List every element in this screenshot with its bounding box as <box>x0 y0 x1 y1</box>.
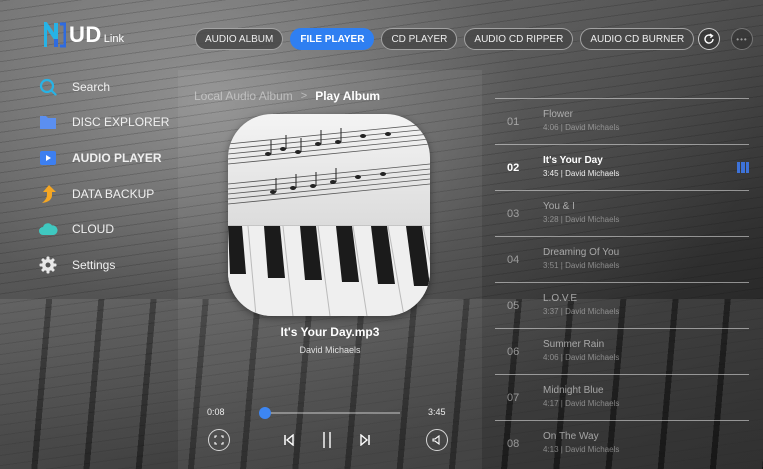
track-meta: 3:51 | David Michaels <box>543 261 620 270</box>
sidebar-item-cloud[interactable]: CLOUD <box>38 218 114 240</box>
tab-audio-cd-burner[interactable]: AUDIO CD BURNER <box>580 28 695 50</box>
sidebar-item-settings[interactable]: Settings <box>38 254 115 276</box>
tab-cd-player[interactable]: CD PLAYER <box>381 28 458 50</box>
track-meta: 4:06 | David Michaels <box>543 353 620 362</box>
previous-track-button[interactable] <box>278 429 300 451</box>
playlist-row[interactable]: 04 Dreaming Of You 3:51 | David Michaels <box>495 236 749 282</box>
playlist-row[interactable]: 03 You & I 3:28 | David Michaels <box>495 190 749 236</box>
track-title: It's Your Day <box>543 155 603 166</box>
album-art <box>228 114 430 316</box>
mode-tabs: AUDIO ALBUM FILE PLAYER CD PLAYER AUDIO … <box>195 28 695 50</box>
elapsed-time: 0:08 <box>207 407 225 417</box>
breadcrumb: Local Audio Album > Play Album <box>194 89 380 103</box>
total-duration: 3:45 <box>428 407 446 417</box>
sidebar-item-data-backup[interactable]: DATA BACKUP <box>38 183 154 205</box>
sidebar-item-label: AUDIO PLAYER <box>72 151 162 165</box>
progress-handle[interactable] <box>258 407 271 419</box>
playlist-row[interactable]: 08 On The Way 4:13 | David Michaels <box>495 420 749 466</box>
sidebar-item-label: Settings <box>72 258 116 272</box>
track-meta: 3:37 | David Michaels <box>543 307 620 316</box>
track-number: 03 <box>507 208 520 220</box>
breadcrumb-current: Play Album <box>315 89 381 103</box>
track-meta: 3:45 | David Michaels <box>543 169 620 178</box>
next-track-button[interactable] <box>354 429 376 451</box>
track-title: Dreaming Of You <box>543 247 620 258</box>
track-number: 07 <box>507 392 520 404</box>
gear-icon <box>38 255 58 275</box>
track-meta: 4:06 | David Michaels <box>543 123 620 132</box>
track-meta: 4:13 | David Michaels <box>543 445 620 454</box>
sidebar-item-audio-player[interactable]: AUDIO PLAYER <box>38 147 162 169</box>
logo-text: UD <box>69 22 102 47</box>
track-meta: 4:17 | David Michaels <box>543 399 620 408</box>
tab-audio-album[interactable]: AUDIO ALBUM <box>195 28 284 50</box>
pause-icon <box>323 432 331 448</box>
track-title: Flower <box>543 109 574 120</box>
track-number: 05 <box>507 300 520 312</box>
sidebar-item-search[interactable]: Search <box>38 76 110 98</box>
sidebar-item-label: Search <box>72 80 111 94</box>
track-number: 06 <box>507 346 520 358</box>
track-title: Midnight Blue <box>543 385 604 396</box>
logo-subtext: Link <box>103 33 124 45</box>
playlist-row[interactable]: 07 Midnight Blue 4:17 | David Michaels <box>495 374 749 420</box>
volume-button[interactable] <box>426 429 448 451</box>
track-number: 01 <box>507 116 520 128</box>
track-meta: 3:28 | David Michaels <box>543 215 620 224</box>
now-playing-equalizer-icon <box>737 162 749 173</box>
play-icon <box>38 148 58 168</box>
volume-icon <box>432 435 440 445</box>
refresh-button[interactable] <box>698 28 720 50</box>
logo-mark-icon <box>44 22 66 48</box>
sidebar-item-label: DATA BACKUP <box>72 187 155 201</box>
tab-audio-cd-ripper[interactable]: AUDIO CD RIPPER <box>464 28 574 50</box>
player-panel: Local Audio Album > Play Album It's Your… <box>178 70 482 469</box>
app-window: UD Link AUDIO ALBUM FILE PLAYER CD PLAYE… <box>0 0 763 469</box>
track-title: You & I <box>543 201 575 212</box>
playlist-row[interactable]: 06 Summer Rain 4:06 | David Michaels <box>495 328 749 374</box>
breadcrumb-separator: > <box>300 90 308 102</box>
playlist: 01 Flower 4:06 | David Michaels 02 It's … <box>495 98 749 466</box>
track-number: 08 <box>507 438 520 450</box>
piano-keys-image <box>228 226 430 316</box>
top-bar: UD Link AUDIO ALBUM FILE PLAYER CD PLAYE… <box>0 0 763 70</box>
track-title: L.O.V.E <box>543 293 578 304</box>
fullscreen-button[interactable] <box>208 429 230 451</box>
sidebar-item-label: CLOUD <box>72 222 115 236</box>
pause-button[interactable] <box>316 429 338 451</box>
more-button[interactable]: ••• <box>731 28 753 50</box>
skip-previous-icon <box>284 434 294 446</box>
now-playing-title: It's Your Day.mp3 <box>280 325 380 339</box>
track-title: Summer Rain <box>543 339 605 350</box>
fullscreen-icon <box>214 435 224 445</box>
now-playing-artist: David Michaels <box>299 345 361 355</box>
refresh-icon <box>704 33 714 44</box>
tab-file-player[interactable]: FILE PLAYER <box>290 28 375 50</box>
breadcrumb-parent[interactable]: Local Audio Album <box>194 89 293 103</box>
sheet-music-image <box>228 123 430 205</box>
track-number: 04 <box>507 254 520 266</box>
more-dots-icon: ••• <box>736 34 748 44</box>
skip-next-icon <box>360 434 370 446</box>
sidebar-item-label: DISC EXPLORER <box>72 115 170 129</box>
cloud-icon <box>38 219 58 239</box>
sidebar-item-disc-explorer[interactable]: DISC EXPLORER <box>38 111 169 133</box>
playlist-row[interactable]: 05 L.O.V.E 3:37 | David Michaels <box>495 282 749 328</box>
upload-arrow-icon <box>38 184 58 204</box>
playlist-row[interactable]: 01 Flower 4:06 | David Michaels <box>495 98 749 144</box>
sidebar: Search DISC EXPLORER AUDIO PLAYER DATA B… <box>0 70 178 469</box>
track-number: 02 <box>507 162 520 174</box>
track-title: On The Way <box>543 431 599 442</box>
progress-bar[interactable] <box>258 407 400 419</box>
folder-icon <box>38 112 58 132</box>
playlist-row-active[interactable]: 02 It's Your Day 3:45 | David Michaels <box>495 144 749 190</box>
search-icon <box>38 77 58 97</box>
app-logo: UD Link <box>44 22 124 48</box>
